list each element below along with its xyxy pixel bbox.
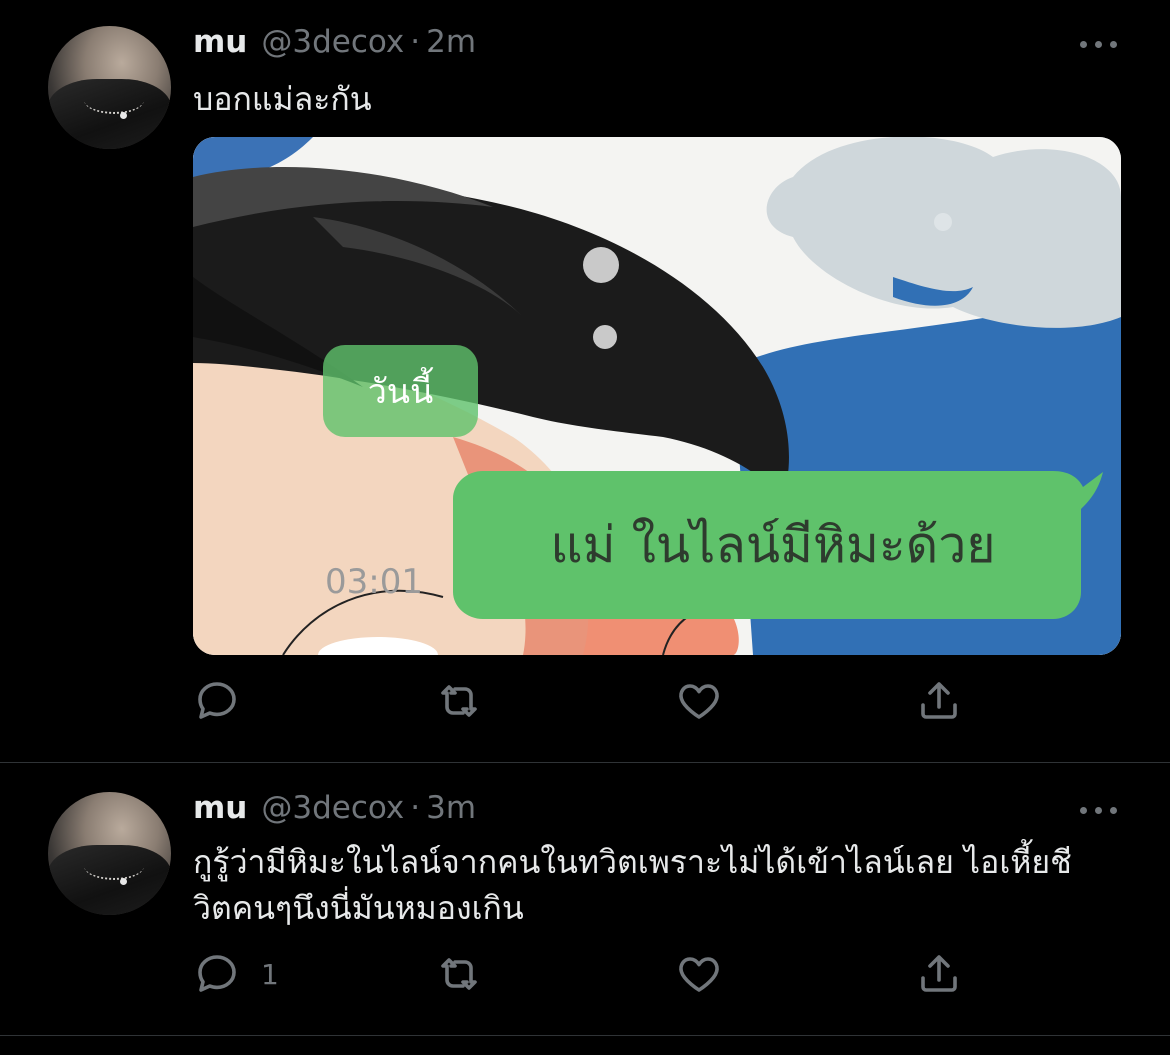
reply-button[interactable]: 1: [193, 949, 279, 999]
large-chat-bubble-text: แม่ ในไลน์มีหิมะด้วย: [550, 515, 996, 574]
user-handle[interactable]: @3decox: [261, 24, 404, 60]
display-name[interactable]: mu: [193, 790, 247, 826]
separator-dot: ·: [410, 24, 421, 60]
retweet-button[interactable]: [435, 676, 503, 726]
tweet-media-image[interactable]: วันนี้ แม่ ในไลน์มีหิมะด้วย 03:01: [193, 137, 1121, 655]
avatar-pendant: [120, 878, 127, 885]
share-button[interactable]: [915, 949, 963, 999]
retweet-icon: [441, 958, 477, 990]
reply-icon: [198, 682, 236, 719]
tweet-text: บอกแม่ละกัน: [193, 76, 1133, 122]
like-icon: [679, 684, 719, 719]
like-icon: [679, 957, 719, 992]
chat-timestamp: 03:01: [325, 562, 423, 602]
share-icon: [921, 682, 957, 719]
tweet-text-line: กูรู้ว่ามีหิมะในไลน์จากคนในทวิตเพราะไม่ไ…: [193, 843, 1072, 881]
tweet[interactable]: mu @3decox · 3m กูรู้ว่ามีหิมะในไลน์จากค…: [0, 763, 1170, 1035]
timestamp[interactable]: 3m: [426, 790, 476, 826]
share-icon: [921, 955, 957, 992]
retweet-button[interactable]: [435, 949, 503, 999]
tweet-text-line: บอกแม่ละกัน: [193, 80, 372, 118]
small-chat-bubble-text: วันนี้: [367, 372, 434, 412]
reply-button[interactable]: [193, 676, 261, 726]
tweet-text-line: วิตคนๆนึงนี่มันหมองเกิน: [193, 889, 524, 927]
tweet-header: mu @3decox · 3m: [193, 790, 476, 830]
tweet[interactable]: mu @3decox · 2m บอกแม่ละกัน วันนี้ แม่ ใ…: [0, 0, 1170, 762]
action-bar: 1: [193, 949, 983, 999]
avatar-chain: [84, 852, 144, 880]
like-button[interactable]: [675, 676, 743, 726]
timestamp[interactable]: 2m: [426, 24, 476, 60]
avatar-pendant: [120, 112, 127, 119]
display-name[interactable]: mu: [193, 24, 247, 60]
reply-icon: [198, 955, 236, 992]
share-button[interactable]: [915, 676, 963, 726]
separator-dot: ·: [410, 790, 421, 826]
action-bar: [193, 676, 983, 726]
like-button[interactable]: [675, 949, 743, 999]
more-icon[interactable]: [1076, 803, 1120, 817]
divider: [0, 1035, 1170, 1036]
retweet-icon: [441, 685, 477, 717]
user-handle[interactable]: @3decox: [261, 790, 404, 826]
reply-count: 1: [261, 957, 279, 991]
tweet-header: mu @3decox · 2m: [193, 24, 476, 64]
avatar-chain: [84, 86, 144, 114]
more-icon[interactable]: [1076, 37, 1120, 51]
tweet-text: กูรู้ว่ามีหิมะในไลน์จากคนในทวิตเพราะไม่ไ…: [193, 839, 1133, 931]
avatar[interactable]: [48, 792, 171, 915]
avatar[interactable]: [48, 26, 171, 149]
